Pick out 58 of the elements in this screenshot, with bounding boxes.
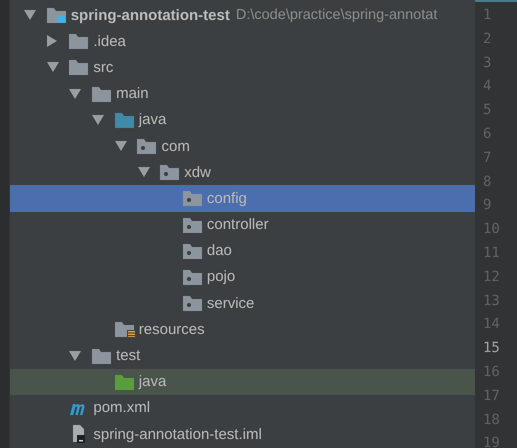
tree-row[interactable]: main — [10, 80, 475, 107]
tree-row[interactable]: service — [10, 290, 475, 316]
package-folder-icon — [182, 242, 203, 259]
tree-label: resources — [138, 320, 205, 338]
tree-label: test — [116, 347, 140, 364]
tree-row[interactable]: java — [10, 106, 475, 133]
expanded-arrow-icon[interactable] — [114, 141, 127, 152]
package-folder-icon — [160, 164, 180, 180]
tree-label: service — [206, 294, 254, 312]
tree-row[interactable]: spring-annotation-test.iml — [10, 421, 475, 448]
collapsed-arrow-icon[interactable] — [46, 35, 57, 48]
package-folder-icon — [182, 216, 203, 233]
package-folder-icon — [182, 268, 203, 285]
expanded-arrow-icon[interactable] — [24, 10, 36, 20]
tree-label: com — [161, 138, 190, 155]
tree-row[interactable]: src — [10, 54, 475, 81]
project-path: D:\code\practice\spring-annotat — [236, 7, 438, 24]
package-folder-icon — [137, 138, 158, 154]
expanded-arrow-icon[interactable] — [138, 167, 150, 178]
highlighted-tree-row[interactable]: java — [10, 368, 475, 395]
folder-icon — [69, 33, 90, 50]
tree-row[interactable]: pom.xml — [10, 394, 475, 421]
tree-label: pom.xml — [93, 399, 150, 416]
tree-label: spring-annotation-test.iml — [93, 426, 262, 443]
folder-icon — [114, 321, 135, 338]
tree-label: config — [206, 190, 247, 207]
tree-label: .idea — [93, 32, 126, 50]
tree-label: xdw — [184, 164, 211, 181]
tree-label: controller — [206, 216, 269, 234]
tree-row[interactable]: resources — [10, 316, 475, 342]
tree-row[interactable]: controller — [10, 212, 475, 238]
tree-row[interactable]: spring-annotation-test D:\code\practice\spring-annotat — [10, 2, 475, 28]
tree-label: java — [138, 373, 166, 390]
tree-label: main — [116, 85, 149, 102]
folder-icon — [46, 7, 67, 24]
folder-icon — [114, 374, 135, 390]
expanded-arrow-icon[interactable] — [69, 88, 82, 99]
tree-row[interactable]: .idea — [10, 28, 475, 54]
tree-row[interactable]: com — [10, 132, 475, 160]
tree-row[interactable]: test — [10, 342, 475, 369]
package-folder-icon — [182, 295, 203, 312]
tree-label: java — [138, 111, 166, 128]
tree-label: src — [93, 58, 114, 76]
tree-row[interactable]: pojo — [10, 264, 475, 290]
line-number: 15 — [482, 339, 501, 358]
expanded-arrow-icon[interactable] — [69, 350, 82, 361]
tree-label: spring-annotation-test — [70, 6, 230, 24]
folder-icon — [92, 348, 112, 364]
folder-icon — [69, 59, 90, 76]
expanded-arrow-icon[interactable] — [92, 114, 104, 125]
tree-label: dao — [206, 242, 232, 260]
expanded-arrow-icon[interactable] — [46, 62, 59, 72]
tree-row[interactable]: dao — [10, 238, 475, 264]
tree-label: pojo — [206, 268, 236, 286]
tree-row[interactable]: xdw — [10, 159, 475, 186]
package-folder-icon — [182, 190, 203, 206]
folder-icon — [92, 86, 112, 102]
folder-icon — [114, 112, 135, 128]
